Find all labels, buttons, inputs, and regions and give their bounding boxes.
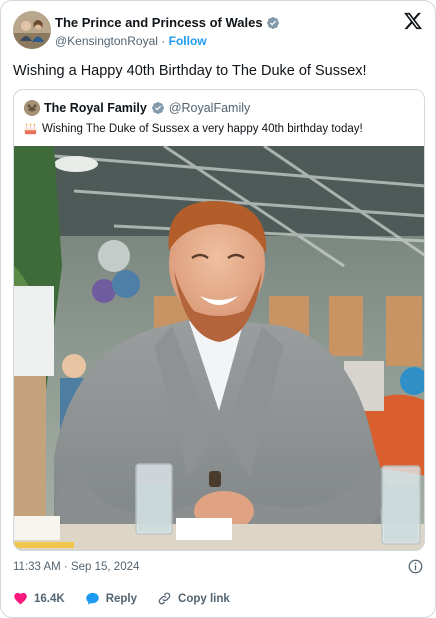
quoted-tweet-text: Wishing The Duke of Sussex a very happy … <box>42 122 363 135</box>
info-icon[interactable] <box>408 559 423 574</box>
copy-link-button[interactable]: Copy link <box>157 591 230 606</box>
quoted-author-name: The Royal Family <box>44 101 147 115</box>
copy-link-label: Copy link <box>178 592 230 605</box>
author-handle[interactable]: @KensingtonRoyal <box>55 34 158 48</box>
author-display-name[interactable]: The Prince and Princess of Wales <box>55 15 263 30</box>
tweet-header: The Prince and Princess of Wales @Kensin… <box>13 11 423 51</box>
handle-separator: · <box>161 34 166 48</box>
quoted-author-avatar <box>24 100 40 116</box>
quoted-verified-badge-icon <box>151 102 164 114</box>
reply-bubble-icon <box>85 592 99 605</box>
quoted-author-handle: @RoyalFamily <box>168 101 251 115</box>
author-avatar[interactable] <box>13 11 51 49</box>
tweet-timestamp[interactable]: 11:33 AM · Sep 15, 2024 <box>13 561 139 573</box>
quoted-tweet-photo[interactable] <box>14 146 425 551</box>
link-icon <box>158 592 171 605</box>
tweet-embed-card: The Prince and Princess of Wales @Kensin… <box>0 0 436 618</box>
reply-button[interactable]: Reply <box>85 591 137 606</box>
heart-icon <box>14 592 27 605</box>
tweet-text: Wishing a Happy 40th Birthday to The Duk… <box>13 63 367 79</box>
x-logo-icon[interactable] <box>403 11 423 31</box>
reply-label: Reply <box>105 592 138 605</box>
like-button[interactable]: 16.4K <box>13 591 65 606</box>
verified-badge-icon <box>266 16 279 29</box>
quoted-tweet[interactable]: The Royal Family @RoyalFamily Wishing Th… <box>13 89 425 551</box>
follow-button[interactable]: Follow <box>169 34 207 48</box>
like-count: 16.4K <box>34 592 65 605</box>
birthday-cake-icon <box>24 123 37 135</box>
tweet-actions: 16.4K Reply Copy link <box>13 591 250 606</box>
